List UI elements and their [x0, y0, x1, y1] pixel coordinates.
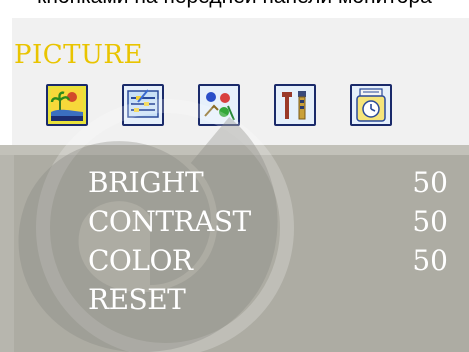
setting-row-reset[interactable]: RESET [88, 283, 448, 321]
menu-title: PICTURE [14, 40, 143, 70]
setting-label: BRIGHT [88, 166, 204, 199]
osd-screen: кнопками на передней панели мониторa PIC… [0, 0, 469, 352]
picture-icon[interactable] [46, 84, 88, 126]
setting-label: COLOR [88, 244, 193, 277]
tools-icon[interactable] [274, 84, 316, 126]
caption-text: кнопками на передней панели мониторa [0, 0, 469, 9]
setting-value: 50 [412, 205, 448, 238]
settings-panel-top-strip [0, 145, 469, 155]
setting-value: 50 [412, 166, 448, 199]
setting-row-bright[interactable]: BRIGHT 50 [88, 166, 448, 204]
display-settings-icon[interactable] [122, 84, 164, 126]
setting-value: 50 [412, 244, 448, 277]
color-icon[interactable] [198, 84, 240, 126]
clock-icon[interactable] [350, 84, 392, 126]
setting-label: RESET [88, 283, 186, 316]
setting-row-contrast[interactable]: CONTRAST 50 [88, 205, 448, 243]
header-left-margin [0, 18, 12, 152]
setting-row-color[interactable]: COLOR 50 [88, 244, 448, 282]
setting-label: CONTRAST [88, 205, 251, 238]
